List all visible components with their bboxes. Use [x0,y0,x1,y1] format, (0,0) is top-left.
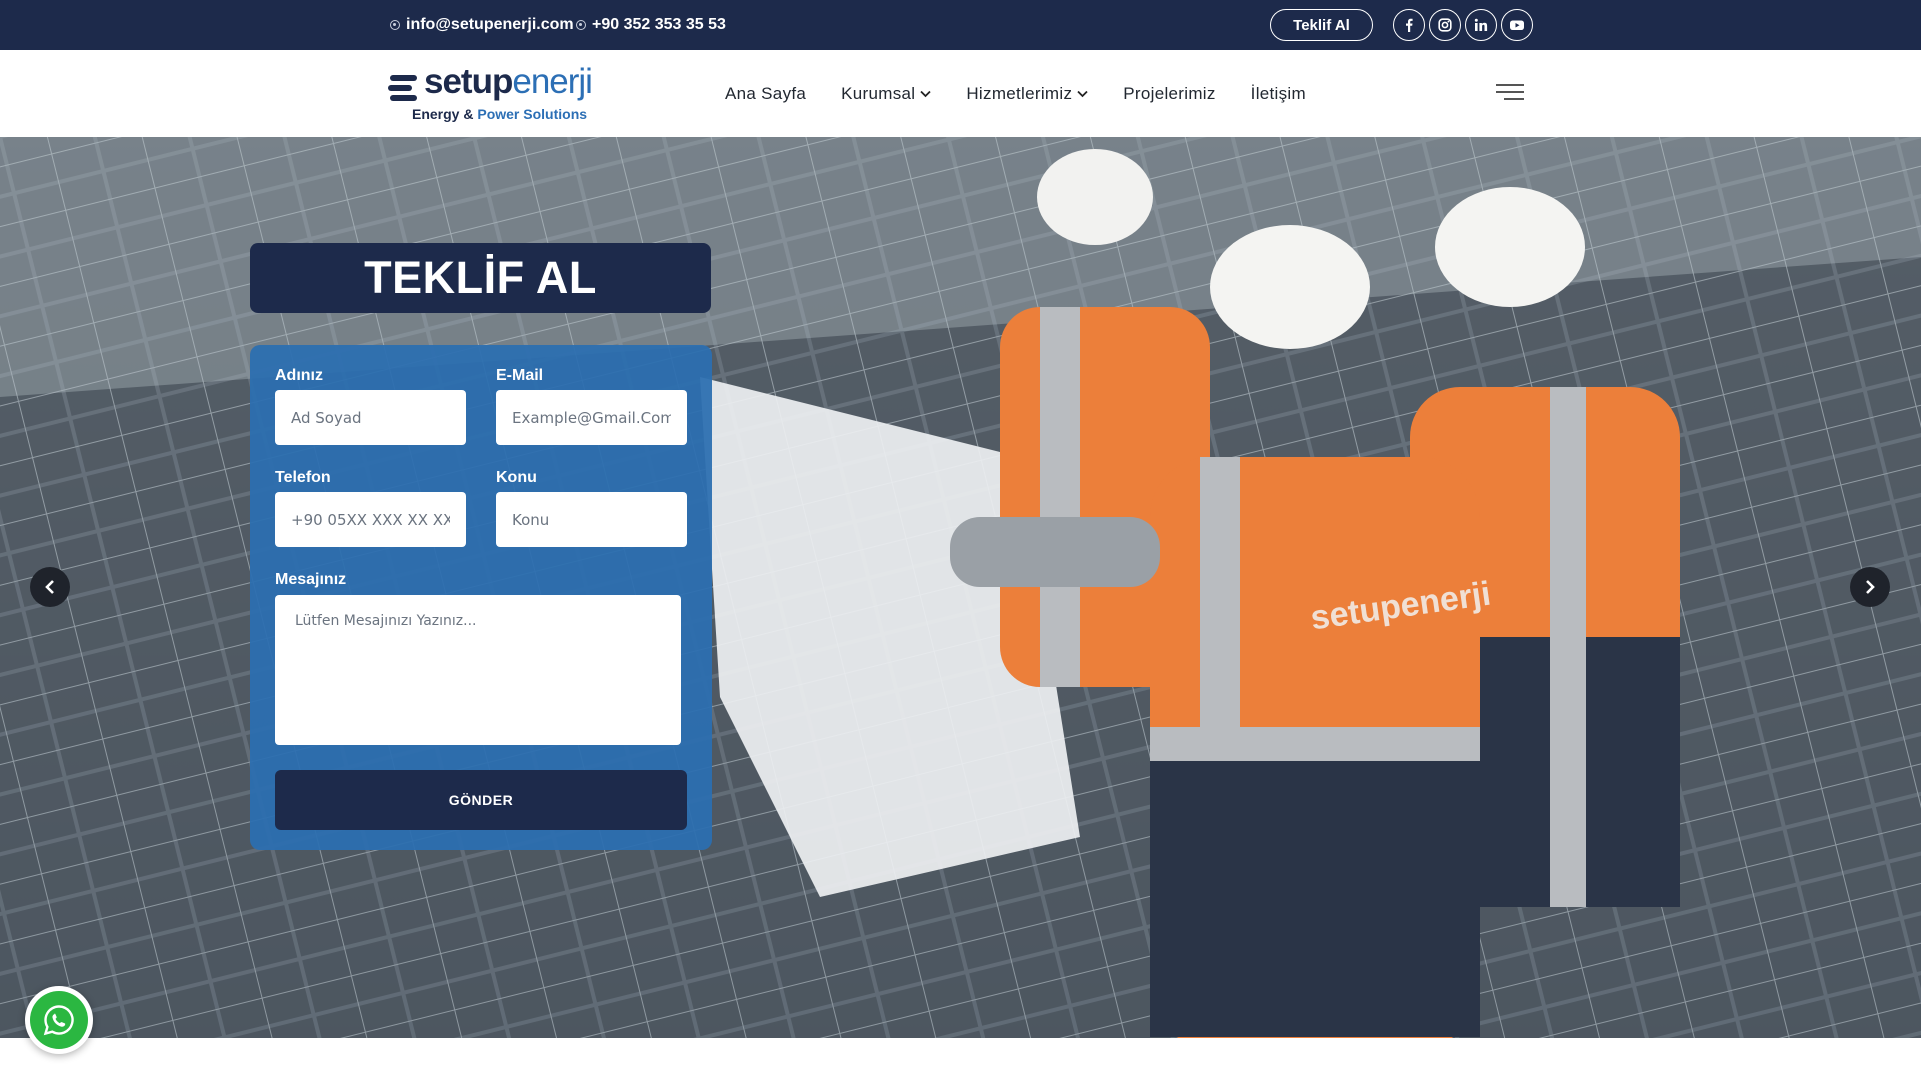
phone-label: Telefon [275,469,331,486]
instagram-icon[interactable] [1429,9,1461,41]
menu-toggle-icon[interactable] [1496,84,1524,102]
phone-contact[interactable]: +90 352 353 35 53 [576,0,726,50]
email-text[interactable]: info@setupenerji.com [406,16,574,34]
site-logo[interactable]: setupenerji Energy & Power Solutions [388,62,628,126]
chevron-down-icon [920,90,931,97]
facebook-icon[interactable] [1393,9,1425,41]
logo-mark-icon [388,75,417,101]
name-label: Adınız [275,367,323,384]
submit-button[interactable]: GÖNDER [275,770,687,830]
quote-form-title: TEKLİF AL [250,243,711,313]
quote-form: Adınız E-Mail Telefon Konu Mesajınız GÖN… [250,345,712,850]
nav-home-label[interactable]: Ana Sayfa [725,84,806,104]
nav-contact[interactable]: İletişim [1251,84,1306,104]
email-label: E-Mail [496,367,544,384]
nav-corporate[interactable]: Kurumsal [841,84,931,104]
name-input[interactable] [275,390,466,445]
phone-text[interactable]: +90 352 353 35 53 [592,16,726,34]
slider-next-button[interactable] [1850,567,1890,607]
top-bar: info@setupenerji.com +90 352 353 35 53 T… [0,0,1921,50]
nav-projects-label[interactable]: Projelerimiz [1123,84,1215,104]
whatsapp-button[interactable] [25,986,93,1054]
logo-wordmark: setupenerji [424,62,593,101]
main-nav: Ana Sayfa Kurumsal Hizmetlerimiz Projele… [725,50,1306,137]
message-textarea[interactable] [275,595,681,745]
email-input[interactable] [496,390,687,445]
nav-projects[interactable]: Projelerimiz [1123,84,1215,104]
slider-prev-button[interactable] [30,567,70,607]
nav-services-label[interactable]: Hizmetlerimiz [966,84,1072,104]
logo-tagline: Energy & Power Solutions [412,106,588,122]
nav-home[interactable]: Ana Sayfa [725,84,806,104]
phone-input[interactable] [275,492,466,547]
message-label: Mesajınız [275,571,347,588]
email-contact[interactable]: info@setupenerji.com [390,0,574,50]
subject-input[interactable] [496,492,687,547]
email-icon [390,20,400,30]
youtube-icon[interactable] [1501,9,1533,41]
chevron-left-icon [45,580,54,594]
subject-label: Konu [496,469,537,486]
whatsapp-icon [43,1005,74,1036]
nav-contact-label[interactable]: İletişim [1251,84,1306,104]
chevron-down-icon [1077,90,1088,97]
social-links [1393,9,1533,41]
chevron-right-icon [1866,580,1875,594]
linkedin-icon[interactable] [1465,9,1497,41]
top-quote-button[interactable]: Teklif Al [1270,9,1373,41]
phone-icon [576,20,586,30]
nav-services[interactable]: Hizmetlerimiz [966,84,1088,104]
site-header: setupenerji Energy & Power Solutions Ana… [0,50,1921,137]
nav-corporate-label[interactable]: Kurumsal [841,84,915,104]
